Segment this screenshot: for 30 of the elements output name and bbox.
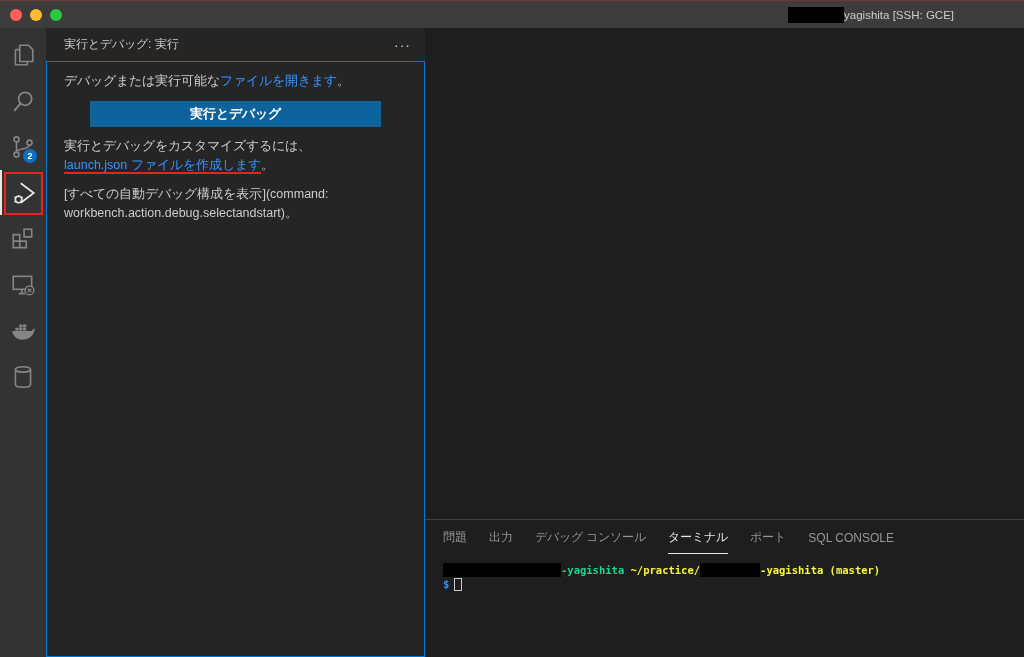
close-button[interactable] (10, 8, 22, 21)
panel-tab[interactable]: 出力 (489, 520, 513, 554)
panel-tab[interactable]: 問題 (443, 520, 467, 554)
maximize-button[interactable] (50, 8, 62, 21)
terminal-text: -yagishita (master) (760, 563, 881, 577)
terminal-text: ~/practice/ (629, 563, 701, 577)
terminal-text: -yagishita (561, 563, 625, 577)
panel-tab[interactable]: デバッグ コンソール (535, 520, 647, 554)
redacted-block (700, 563, 761, 577)
link[interactable]: ファイルを開きます (220, 74, 337, 88)
source-control-icon (10, 133, 36, 160)
terminal-text: $ (443, 577, 450, 591)
description-text: 実行とデバッグをカスタマイズするには、 launch.json ファイルを作成します。 (64, 138, 312, 175)
redacted-block (788, 6, 845, 23)
more-actions-button[interactable]: ··· (394, 36, 411, 53)
count-badge: 2 (23, 149, 37, 163)
sidebar-title: 実行とデバッグ: 実行 (64, 36, 179, 53)
minimize-button[interactable] (30, 8, 42, 21)
window-title: yagishita [SSH: GCE] (844, 8, 954, 21)
panel-tab[interactable]: ポート (750, 520, 787, 554)
description-text: デバッグまたは実行可能なファイルを開きます。 (64, 73, 351, 90)
run-debug-button[interactable]: 実行とデバッグ (90, 101, 381, 127)
panel-tab[interactable]: ターミナル (668, 520, 729, 554)
highlight-frame (4, 172, 43, 215)
panel-tab[interactable]: SQL CONSOLE (808, 520, 894, 554)
link[interactable]: launch.json ファイルを作成します (64, 158, 261, 174)
activity-bar-item[interactable] (0, 170, 46, 215)
description-text: [すべての自動デバッグ構成を表示](command: workbench.action.debug.selectandstart)。 (64, 186, 330, 222)
terminal-cursor (454, 577, 463, 591)
activity-bar-item[interactable]: 2 (0, 124, 46, 169)
